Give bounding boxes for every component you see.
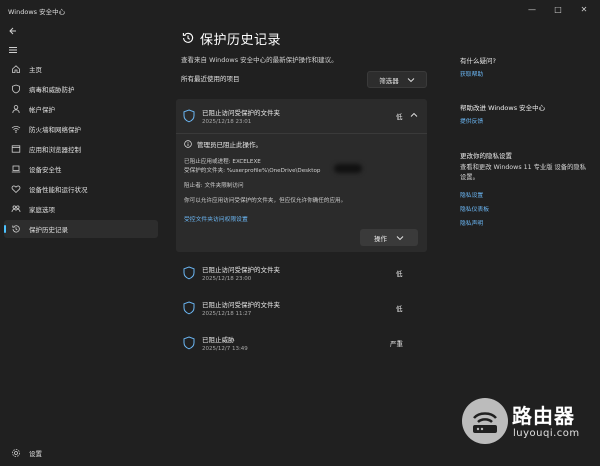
minimize-button[interactable]: — <box>522 4 542 16</box>
shield-icon <box>183 109 195 123</box>
sidebar-item-label: 设置 <box>29 450 42 458</box>
protected-folder-line: 受保护的文件夹: %userprofile%\OneDrive\Desktop <box>184 168 321 174</box>
sidebar-item-device-performance[interactable]: 设备性能和运行状况 <box>4 180 158 198</box>
entry-date: 2025/12/18 23:01 <box>202 119 252 125</box>
sidebar-item-label: 帐户保护 <box>29 106 55 114</box>
sidebar-item-settings[interactable]: 设置 <box>4 444 158 462</box>
title-bar: Windows 安全中心 — □ ✕ <box>0 0 600 20</box>
entry-date: 2025/12/18 23:00 <box>202 276 252 282</box>
close-button[interactable]: ✕ <box>574 4 594 16</box>
entry-title: 已阻止访问受保护的文件夹 <box>202 301 280 309</box>
get-help-link[interactable]: 获取帮助 <box>460 69 483 78</box>
entry-severity: 低 <box>396 270 403 278</box>
info-icon <box>184 140 192 148</box>
sidebar-item-label: 保护历史记录 <box>29 226 68 234</box>
sidebar-item-family[interactable]: 家庭选项 <box>4 200 158 218</box>
entry-title: 已阻止访问受保护的文件夹 <box>202 266 280 274</box>
sidebar-item-label: 病毒和威胁防护 <box>29 86 75 94</box>
wifi-icon <box>10 123 22 135</box>
back-button[interactable] <box>7 25 19 37</box>
entry-title: 已阻止威胁 <box>202 336 235 344</box>
watermark-subtitle: luyouqi.com <box>513 428 580 439</box>
history-entry[interactable]: 已阻止访问受保护的文件夹 2025/12/18 23:00 低 <box>176 260 427 294</box>
chevron-down-icon <box>396 235 404 240</box>
history-entry-expanded: 已阻止访问受保护的文件夹 2025/12/18 23:01 低 管理员已阻止此操… <box>176 99 427 252</box>
home-icon <box>10 63 22 75</box>
actions-label: 操作 <box>374 234 387 243</box>
router-logo-icon <box>462 398 508 444</box>
chevron-down-icon <box>407 77 415 82</box>
filter-label: 筛选器 <box>379 76 399 85</box>
sidebar-item-label: 防火墙和网络保护 <box>29 126 81 134</box>
sidebar-item-home[interactable]: 主页 <box>4 60 158 78</box>
watermark-title: 路由器 <box>512 404 575 428</box>
app-window-icon <box>10 143 22 155</box>
history-icon <box>182 32 194 43</box>
shield-icon <box>183 301 195 315</box>
info-row: 管理员已阻止此操作。 <box>184 139 262 149</box>
shield-icon <box>10 83 22 95</box>
main-content: 保护历史记录 查看来自 Windows 安全中心的最新保护操作和建议。 所有最近… <box>170 20 440 466</box>
page-subtitle: 查看来自 Windows 安全中心的最新保护操作和建议。 <box>181 56 338 64</box>
entry-date: 2025/12/18 11:27 <box>202 311 252 317</box>
hint-line: 你可以允许应用访问受保护的文件夹，但应仅允许你确任的应用。 <box>184 198 347 204</box>
family-icon <box>10 203 22 215</box>
privacy-statement-link[interactable]: 隐私声明 <box>460 218 483 227</box>
watermark: 路由器 luyouqi.com <box>462 398 592 450</box>
entry-severity: 严重 <box>390 340 403 348</box>
sidebar-item-label: 设备性能和运行状况 <box>29 186 88 194</box>
privacy-settings-link[interactable]: 隐私设置 <box>460 190 483 199</box>
sidebar-item-label: 应用和浏览器控制 <box>29 146 81 154</box>
sidebar-item-account[interactable]: 帐户保护 <box>4 100 158 118</box>
entry-date: 2025/12/7 13:49 <box>202 346 248 352</box>
entry-severity: 低 <box>396 305 403 313</box>
page-title: 保护历史记录 <box>200 33 282 48</box>
info-message: 管理员已阻止此操作。 <box>197 141 262 149</box>
sidebar-item-label: 家庭选项 <box>29 206 55 214</box>
gear-icon <box>10 447 22 459</box>
sidebar: 主页 病毒和威胁防护 帐户保护 防火墙和网络保护 应用和浏览器控制 设备安全性 … <box>0 20 164 466</box>
sidebar-item-label: 主页 <box>29 66 42 74</box>
filter-button[interactable]: 筛选器 <box>367 71 427 88</box>
sidebar-item-label: 设备安全性 <box>29 166 62 174</box>
maximize-button[interactable]: □ <box>548 4 568 16</box>
blocked-app-line: 已阻止应用或进程: EXCELEXE <box>184 159 261 165</box>
folder-access-settings-link[interactable]: 受控文件夹访问权限设置 <box>184 214 248 223</box>
history-entry-header[interactable]: 已阻止访问受保护的文件夹 2025/12/18 23:01 低 <box>176 99 427 132</box>
hamburger-icon <box>9 47 17 53</box>
section-label: 所有最近使用的项目 <box>181 75 240 83</box>
redacted-blur <box>334 164 362 173</box>
divider <box>176 133 427 134</box>
actions-button[interactable]: 操作 <box>360 229 418 246</box>
sidebar-item-protection-history[interactable]: 保护历史记录 <box>4 220 158 238</box>
feedback-link[interactable]: 提供反馈 <box>460 116 483 125</box>
privacy-heading: 更改你的隐私设置 <box>460 152 512 160</box>
laptop-icon <box>10 163 22 175</box>
menu-button[interactable] <box>7 44 19 56</box>
shield-icon <box>183 336 195 350</box>
sidebar-item-virus-protection[interactable]: 病毒和威胁防护 <box>4 80 158 98</box>
sidebar-item-device-security[interactable]: 设备安全性 <box>4 160 158 178</box>
privacy-dashboard-link[interactable]: 隐私仪表板 <box>460 204 489 213</box>
history-icon <box>10 223 22 235</box>
sidebar-item-firewall[interactable]: 防火墙和网络保护 <box>4 120 158 138</box>
shield-icon <box>183 266 195 280</box>
entry-title: 已阻止访问受保护的文件夹 <box>202 109 280 117</box>
window-title: Windows 安全中心 <box>8 8 66 16</box>
person-icon <box>10 103 22 115</box>
heart-icon <box>10 183 22 195</box>
history-entry[interactable]: 已阻止访问受保护的文件夹 2025/12/18 11:27 低 <box>176 295 427 329</box>
help-heading: 有什么疑问? <box>460 57 496 65</box>
privacy-text: 查看和更改 Windows 11 专业版 设备的隐私设置。 <box>460 164 586 181</box>
chevron-up-icon <box>410 112 418 117</box>
entry-severity: 低 <box>396 113 403 121</box>
sidebar-item-app-browser[interactable]: 应用和浏览器控制 <box>4 140 158 158</box>
improve-heading: 帮助改进 Windows 安全中心 <box>460 104 546 112</box>
history-entry[interactable]: 已阻止威胁 2025/12/7 13:49 严重 <box>176 330 427 364</box>
blocked-by-line: 阻止者: 文件夹限制访问 <box>184 183 244 189</box>
back-arrow-icon <box>9 27 16 35</box>
